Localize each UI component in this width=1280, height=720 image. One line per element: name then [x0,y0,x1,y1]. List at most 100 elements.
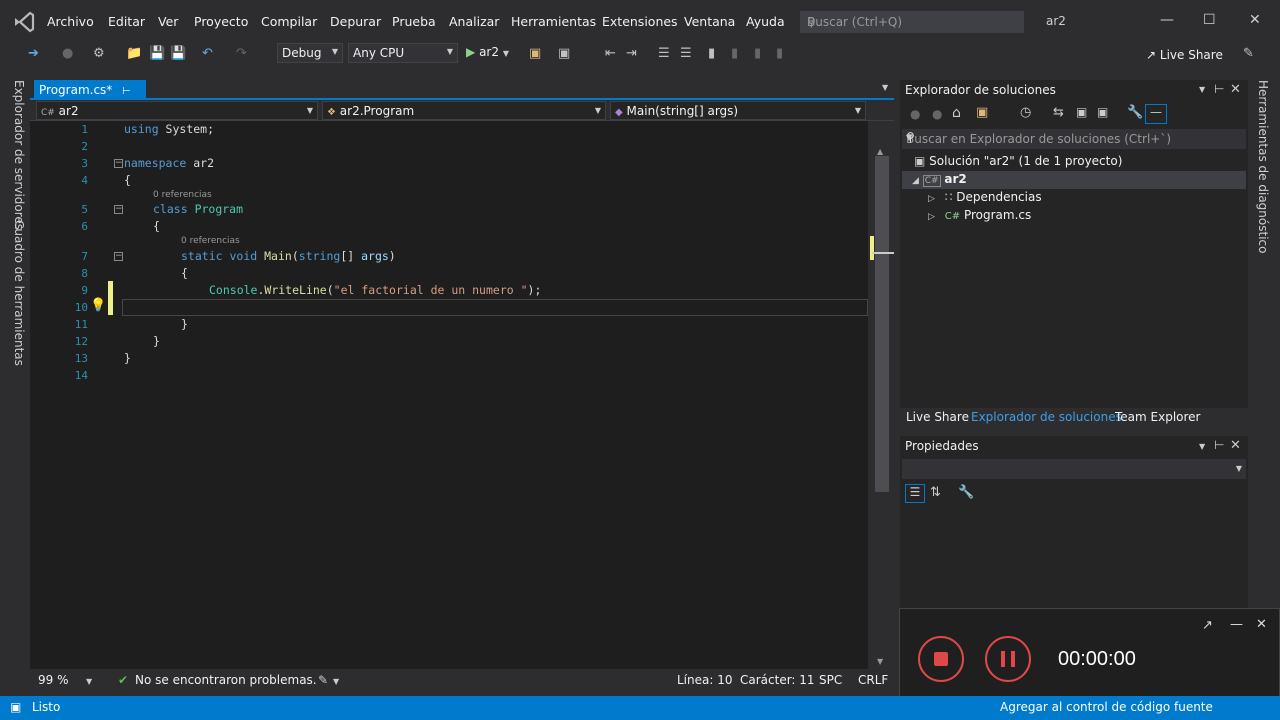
codelens-references[interactable]: 0 referencias [153,190,212,200]
menu-prueba[interactable]: Prueba [392,14,436,29]
forward-icon[interactable]: ● [62,46,73,61]
scroll-down-icon[interactable]: ▼ [877,657,883,666]
chevron-down-icon[interactable]: ▼ [1199,85,1205,94]
save-all-icon[interactable]: 💾 [170,46,186,61]
pin-icon[interactable]: ⊢ [1214,438,1224,452]
menu-depurar[interactable]: Depurar [330,14,381,29]
show-all-files-icon[interactable]: ▣ [1097,105,1108,119]
scrollbar-thumb[interactable] [875,156,889,492]
menu-editar[interactable]: Editar [108,14,145,29]
tree-item-dependencies[interactable]: ▷ ∷ Dependencias [928,190,1042,204]
server-explorer-tab[interactable]: Explorador de servidores [12,80,26,230]
uncomment-icon[interactable]: ☰ [680,46,692,61]
nav-class-dropdown[interactable]: ❖ ar2.Program ▼ [322,101,606,120]
problems-status[interactable]: No se encontraron problemas. [135,673,317,687]
live-share-button[interactable]: ↗ Live Share [1146,48,1223,62]
platform-select[interactable]: Any CPU ▼ [348,43,458,63]
menu-herramientas[interactable]: Herramientas [511,14,596,29]
tree-item-program-cs[interactable]: ▷ C# Program.cs [928,208,1031,222]
source-control-button[interactable]: Agregar al control de código fuente [1000,700,1213,714]
close-panel-icon[interactable]: ✕ [1230,438,1241,453]
zoom-level[interactable]: 99 % [38,673,69,687]
solution-search-input[interactable]: Buscar en Explorador de soluciones (Ctrl… [902,129,1246,149]
menu-extensiones[interactable]: Extensiones [602,14,678,29]
menu-compilar[interactable]: Compilar [261,14,317,29]
maximize-icon[interactable]: ☐ [1203,12,1216,28]
menu-proyecto[interactable]: Proyecto [194,14,248,29]
expand-arrow-icon[interactable]: ▷ [928,194,935,204]
tab-live-share[interactable]: Live Share [906,410,969,424]
collapse-arrow-icon[interactable]: ◢ [912,176,919,186]
config-select[interactable]: Debug ▼ [277,43,343,63]
fold-toggle-icon[interactable]: − [114,159,123,168]
switch-views-icon[interactable]: ▣ [976,105,988,120]
pin-icon[interactable]: ⊢ [122,86,131,97]
pin-icon[interactable]: ⊢ [1214,82,1224,96]
step-over-icon[interactable]: ⇥ [626,46,637,61]
toolbox-tab[interactable]: Cuadro de herramientas [12,220,26,366]
bookmark-prev-icon[interactable]: ▮ [731,46,738,61]
pending-changes-icon[interactable]: ◷ [1020,105,1031,120]
back-icon[interactable]: ● [910,107,920,121]
menu-ayuda[interactable]: Ayuda [746,14,785,29]
scroll-up-icon[interactable]: ▲ [877,147,883,156]
tab-overflow-icon[interactable]: ▼ [882,83,888,92]
properties-object-select[interactable]: ▼ [902,459,1246,479]
close-icon[interactable]: ✕ [1256,617,1267,632]
bookmark-next-icon[interactable]: ▮ [754,46,761,61]
step-into-icon[interactable]: ⇤ [605,46,616,61]
property-pages-icon[interactable]: 🔧 [958,485,974,500]
expand-icon[interactable]: ↗ [1202,618,1213,633]
lightbulb-icon[interactable]: 💡 [90,298,106,313]
nav-project-dropdown[interactable]: C# ar2 ▼ [36,101,318,120]
pause-recording-button[interactable] [985,636,1031,682]
bookmark-clear-icon[interactable]: ▮ [776,46,783,61]
new-project-icon[interactable]: ⚙ [93,46,105,61]
tree-item-solution[interactable]: ▣ Solución "ar2" (1 de 1 proyecto) [914,154,1122,168]
close-panel-icon[interactable]: ✕ [1230,82,1241,97]
preview-icon[interactable]: — [1145,104,1167,124]
home-icon[interactable]: ⌂ [952,105,961,121]
stop-recording-button[interactable] [918,636,964,682]
tab-solution-explorer[interactable]: Explorador de soluciones [971,410,1122,424]
categorized-icon[interactable]: ☰ [905,484,925,503]
bookmark-icon[interactable]: ▮ [708,46,715,61]
chevron-down-icon[interactable]: ▼ [86,677,92,686]
save-icon[interactable]: 💾 [149,46,165,61]
diagnostics-tab[interactable]: Herramientas de diagnóstico [1256,80,1270,253]
properties-wrench-icon[interactable]: 🔧 [1127,105,1143,120]
chevron-down-icon[interactable]: ▼ [333,677,339,686]
open-folder-icon[interactable]: 📁 [126,46,142,61]
menu-analizar[interactable]: Analizar [449,14,499,29]
close-window-icon[interactable]: ✕ [1249,12,1261,28]
code-cleanup-icon[interactable]: ✎ [318,673,328,687]
nav-member-dropdown[interactable]: ◆ Main(string[] args) ▼ [610,101,866,120]
tab-team-explorer[interactable]: Team Explorer [1115,410,1201,424]
forward-icon[interactable]: ● [932,107,942,121]
browser-icon[interactable]: ▣ [558,46,570,61]
run-button[interactable]: ▶ ar2 ▼ [466,45,509,59]
comment-icon[interactable]: ☰ [658,46,670,61]
menu-ver[interactable]: Ver [158,14,178,29]
menu-archivo[interactable]: Archivo [47,14,94,29]
fold-toggle-icon[interactable]: − [114,205,123,214]
menu-ventana[interactable]: Ventana [684,14,735,29]
alphabetical-icon[interactable]: ⇅ [930,485,941,500]
feedback-icon[interactable]: ✎ [1243,46,1254,61]
chevron-down-icon[interactable]: ▼ [1199,442,1205,451]
fold-toggle-icon[interactable]: − [114,252,123,261]
document-tab-program-cs[interactable]: Program.cs* ⊢ ✕ [34,80,146,111]
tree-item-project[interactable]: ◢ C# ar2 [912,172,967,187]
chevron-down-icon: ▼ [446,47,453,56]
quick-search-input[interactable]: Buscar (Ctrl+Q) ⚲ [800,11,1024,33]
collapse-all-icon[interactable]: ▣ [1076,105,1087,119]
minimize-icon[interactable]: — [1160,12,1174,28]
expand-arrow-icon[interactable]: ▷ [928,212,935,222]
codelens-references[interactable]: 0 referencias [181,236,240,246]
redo-icon[interactable]: ↷ [236,46,247,61]
sync-icon[interactable]: ⇆ [1053,105,1064,120]
minimize-icon[interactable]: — [1230,617,1243,632]
undo-icon[interactable]: ↶ [202,46,213,61]
back-icon[interactable]: ➔ [28,46,39,61]
attach-icon[interactable]: ▣ [529,46,541,61]
